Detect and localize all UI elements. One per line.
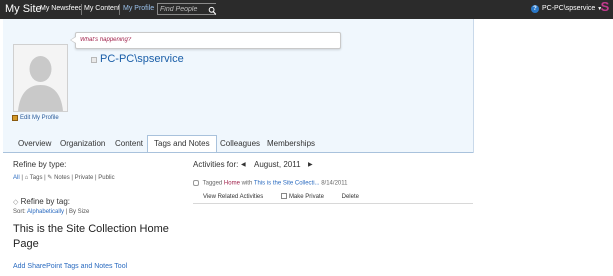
site-title[interactable]: My Site — [5, 3, 42, 15]
make-private-option[interactable]: Make Private — [280, 193, 324, 200]
add-tags-and-notes-tool-link[interactable]: Add SharePoint Tags and Notes Tool — [13, 263, 127, 270]
tag-icon: ◇ — [13, 199, 19, 206]
help-icon[interactable]: ? — [531, 5, 539, 13]
tab-colleagues[interactable]: Colleagues — [214, 136, 266, 152]
person-silhouette-icon — [14, 45, 67, 111]
tag-icon: ⌂ — [24, 175, 29, 181]
activities-for-label: Activities for: — [193, 160, 239, 169]
refine-by-tag-heading: ◇ Refine by tag: — [13, 197, 70, 206]
profile-photo-placeholder — [13, 44, 68, 112]
presence-status-icon — [91, 57, 97, 63]
edit-my-profile-link[interactable]: Edit My Profile — [12, 115, 59, 121]
sharepoint-logo-icon: S — [600, 0, 610, 14]
activity-target-link[interactable]: This is the Site Collecti... — [254, 181, 320, 187]
note-icon: ✎ — [47, 175, 53, 181]
tab-tags-and-notes[interactable]: Tags and Notes — [147, 135, 217, 153]
nav-my-content[interactable]: My Content — [84, 5, 120, 12]
search-button[interactable] — [208, 4, 217, 15]
activity-divider — [193, 203, 473, 204]
tabs-divider — [3, 152, 473, 153]
edit-my-profile-label: Edit My Profile — [20, 115, 59, 121]
tag-icon — [193, 180, 199, 186]
profile-tabs: Overview Organization Content Tags and N… — [3, 134, 473, 153]
nav-separator — [119, 4, 120, 15]
refine-type-filters: All | ⌂ Tags | ✎ Notes | Private | Publi… — [13, 174, 115, 181]
activity-with: with — [241, 180, 253, 187]
activity-tag-link[interactable]: Home — [224, 181, 240, 187]
refine-by-tag-label: Refine by tag: — [20, 197, 70, 206]
tab-content[interactable]: Content — [109, 136, 149, 152]
tab-overview[interactable]: Overview — [12, 136, 57, 152]
sort-label: Sort: — [13, 209, 26, 215]
delete-link[interactable]: Delete — [342, 194, 359, 200]
filter-private[interactable]: Private — [75, 175, 94, 181]
activity-month: August, 2011 — [254, 160, 301, 169]
filter-public[interactable]: Public — [98, 175, 114, 181]
previous-month-arrow-icon[interactable]: ◀ — [241, 161, 246, 168]
activity-date: 8/14/2011 — [321, 180, 348, 187]
search-icon — [208, 6, 217, 15]
tab-memberships[interactable]: Memberships — [261, 136, 321, 152]
profile-name: PC-PC\spservice — [100, 53, 184, 65]
tag-cloud-item[interactable]: This is the Site Collection Home Page — [13, 222, 183, 252]
view-related-activities-link[interactable]: View Related Activities — [203, 194, 263, 200]
activity-item: Tagged Home with This is the Site Collec… — [193, 180, 347, 187]
top-navigation-bar: My Site My Newsfeed My Content My Profil… — [0, 0, 613, 19]
sort-divider: | — [65, 209, 68, 215]
filter-notes[interactable]: Notes — [54, 175, 70, 181]
activity-actions: View Related Activities Make Private Del… — [203, 193, 375, 200]
make-private-label: Make Private — [288, 193, 324, 200]
filter-all[interactable]: All — [13, 175, 20, 181]
user-name: PC-PC\spservice — [542, 5, 596, 12]
user-menu[interactable]: PC-PC\spservice ▼ — [542, 5, 602, 12]
filter-divider: | — [44, 175, 46, 181]
tab-organization[interactable]: Organization — [54, 136, 111, 152]
nav-my-profile[interactable]: My Profile — [123, 5, 154, 12]
filter-divider: | — [21, 175, 23, 181]
sort-options: Sort: Alphabetically | By Size — [13, 209, 89, 215]
filter-tags[interactable]: Tags — [30, 175, 43, 181]
filter-divider: | — [95, 175, 97, 181]
make-private-checkbox[interactable] — [280, 193, 287, 199]
sort-by-size[interactable]: By Size — [69, 209, 89, 215]
sort-alphabetically[interactable]: Alphabetically — [27, 209, 64, 215]
filter-divider: | — [71, 175, 73, 181]
nav-my-newsfeed[interactable]: My Newsfeed — [40, 5, 82, 12]
edit-icon — [12, 115, 18, 121]
next-month-arrow-icon[interactable]: ▶ — [308, 161, 313, 168]
status-bubble — [70, 32, 341, 49]
nav-separator — [81, 4, 82, 15]
status-message-input[interactable] — [80, 35, 330, 45]
refine-by-type-heading: Refine by type: — [13, 160, 67, 169]
profile-header: Edit My Profile PC-PC\spservice — [3, 19, 474, 153]
activity-prefix: Tagged — [202, 180, 223, 187]
